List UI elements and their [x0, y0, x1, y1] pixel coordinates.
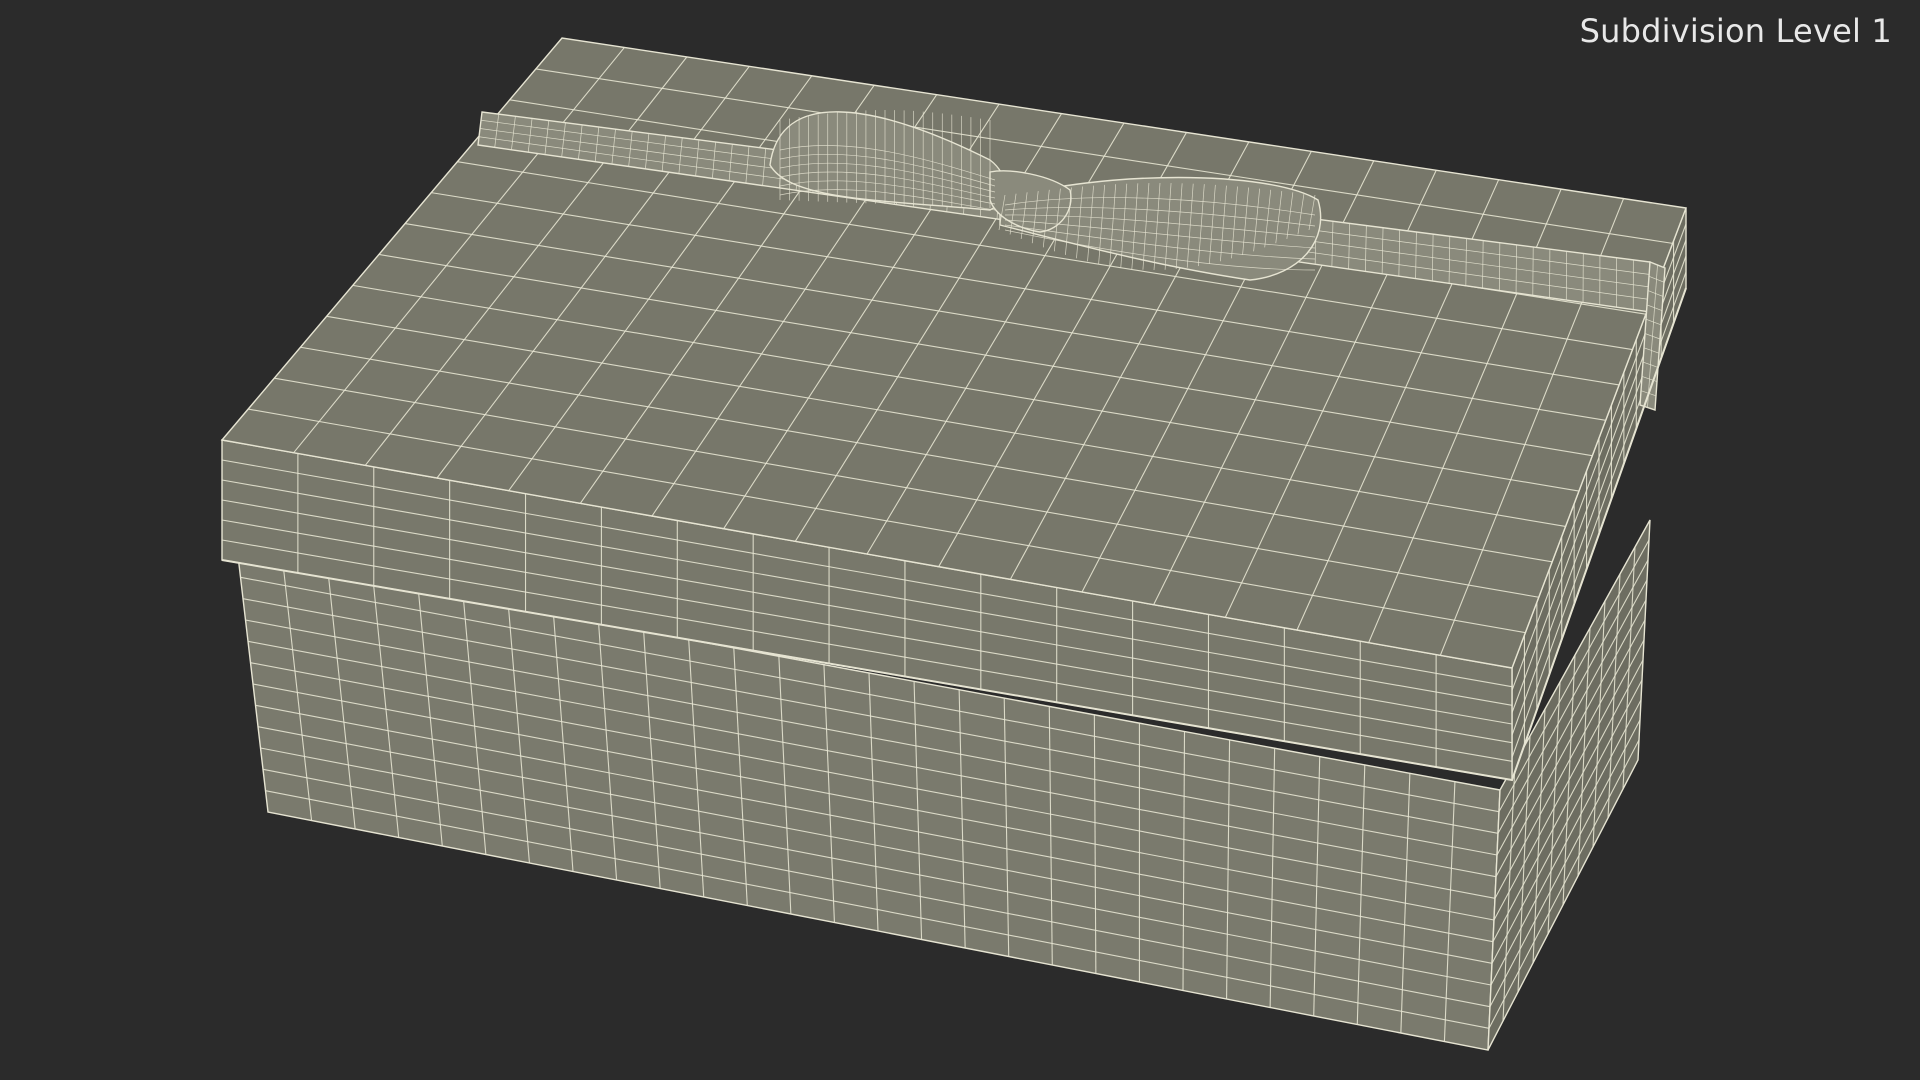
3d-viewport[interactable]: [0, 0, 1920, 1080]
gift-box-model: [220, 37, 1687, 1051]
subdivision-level-label: Subdivision Level 1: [1579, 12, 1892, 50]
